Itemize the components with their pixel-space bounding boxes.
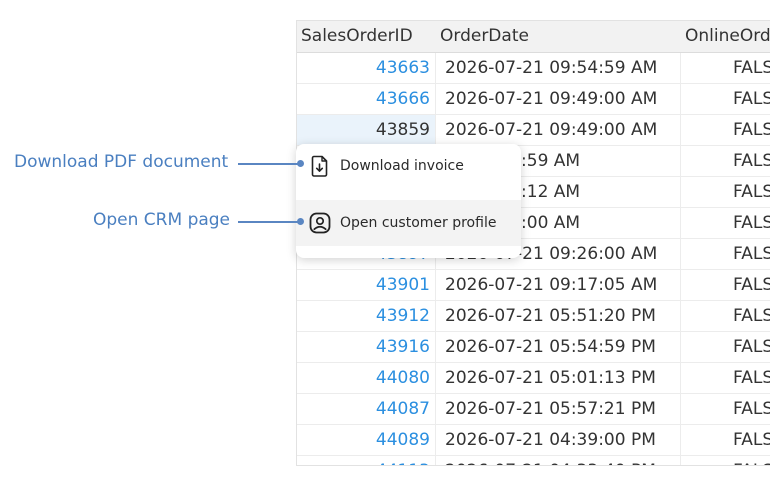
menu-item-label: Open customer profile [340,215,497,231]
online-order-cell: FALS [681,456,770,465]
order-date-cell: 2026-07-21 04:33:40 PM [436,456,681,465]
sales-order-id-link[interactable]: 43666 [297,84,436,114]
sales-order-id-link[interactable]: 44087 [297,394,436,424]
table-row[interactable]: 44087 2026-07-21 05:57:21 PM FALS [297,394,770,425]
online-order-cell: FALS [733,306,770,326]
table-row[interactable]: 43663 2026-07-21 09:54:59 AM FALS [297,53,770,84]
order-date-cell: 2026-07-21 05:57:21 PM [436,394,681,424]
online-order-cell: FALS [733,120,770,140]
order-date-cell: 2026-07-21 05:51:20 PM [436,301,681,331]
screenshot-stage: SalesOrderID OrderDate OnlineOrd 43663 20… [0,0,776,483]
online-order-cell: FALS [733,89,770,109]
online-order-cell: FALS [733,368,770,388]
table-row[interactable]: 43859 2026-07-21 09:49:00 AM FALS [297,115,770,146]
callout-crm-line [238,221,300,223]
column-header-onlineorder[interactable]: OnlineOrd [681,21,770,52]
online-order-cell: FALS [733,58,770,78]
sales-order-id-link[interactable]: 43916 [297,332,436,362]
order-date-cell: 2026-07-21 09:49:00 AM [436,115,681,145]
online-order-cell: FALS [733,430,770,450]
user-profile-icon [308,211,332,235]
online-order-cell: FALS [733,151,770,171]
online-order-cell: FALS [733,275,770,295]
callout-download-dot [297,160,304,167]
table-row[interactable]: 44080 2026-07-21 05:01:13 PM FALS [297,363,770,394]
online-order-cell: FALS [733,182,770,202]
sales-order-id-link[interactable]: 43663 [297,53,436,83]
context-menu: Download invoice Open customer profile [296,144,521,258]
grid-body: 43663 2026-07-21 09:54:59 AM FALS 43666 2026… [297,53,770,465]
table-row[interactable]: 43916 2026-07-21 05:54:59 PM FALS [297,332,770,363]
sales-order-id-link[interactable]: 43912 [297,301,436,331]
table-row[interactable]: 44089 2026-07-21 04:39:00 PM FALS [297,425,770,456]
callout-download-label: Download PDF document [14,152,229,172]
order-date-cell: 2026-07-21 05:01:13 PM [436,363,681,393]
column-header-salesorderid[interactable]: SalesOrderID [297,21,436,52]
online-order-cell: FALS [733,213,770,233]
order-date-cell: 2026-07-21 09:17:05 AM [436,270,681,300]
menu-item-download-invoice[interactable]: Download invoice [296,144,521,188]
order-date-cell: 2026-07-21 09:49:00 AM [436,84,681,114]
sales-order-id-cell: 43859 [297,115,436,145]
order-date-cell: 2026-07-21 04:39:00 PM [436,425,681,455]
sales-order-id-link[interactable]: 43901 [297,270,436,300]
table-row[interactable]: 43901 2026-07-21 09:17:05 AM FALS [297,270,770,301]
menu-item-label: Download invoice [340,158,464,174]
online-order-cell: FALS [733,244,770,264]
menu-item-open-customer-profile[interactable]: Open customer profile [296,200,521,246]
order-date-cell: 2026-07-21 05:54:59 PM [436,332,681,362]
order-date-cell: 2026-07-21 09:54:59 AM [436,53,681,83]
grid-header: SalesOrderID OrderDate OnlineOrd [297,21,770,53]
callout-crm-label: Open CRM page [93,210,231,230]
sales-order-id-link[interactable]: 44080 [297,363,436,393]
download-file-icon [308,154,332,178]
column-header-orderdate[interactable]: OrderDate [436,21,681,52]
table-row[interactable]: 441132026-07-21 04:33:40 PMFALS [297,456,770,465]
table-row[interactable]: 43666 2026-07-21 09:49:00 AM FALS [297,84,770,115]
callout-download-line [238,163,300,165]
online-order-cell: FALS [733,399,770,419]
online-order-cell: FALS [733,337,770,357]
callout-crm-dot [297,218,304,225]
table-row[interactable]: 43912 2026-07-21 05:51:20 PM FALS [297,301,770,332]
sales-order-id-link[interactable]: 44089 [297,425,436,455]
sales-order-id-link[interactable]: 44113 [297,456,436,465]
